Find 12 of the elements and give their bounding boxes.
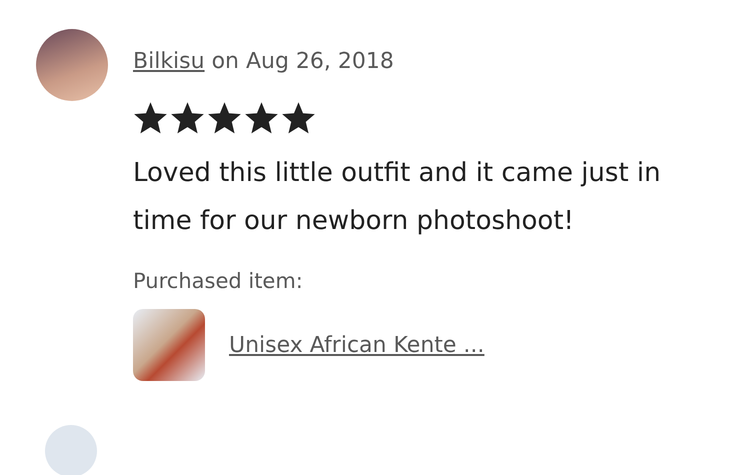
item-title-link[interactable]: Unisex African Kente ... (229, 332, 484, 358)
star-icon (207, 100, 242, 135)
avatar-placeholder (45, 425, 97, 475)
purchased-item-label: Purchased item: (133, 269, 304, 293)
star-icon (133, 100, 168, 135)
review-date: on Aug 26, 2018 (212, 49, 394, 74)
star-icon (170, 100, 205, 135)
star-icon (281, 100, 316, 135)
star-icon (244, 100, 279, 135)
review-text: Loved this little outfit and it came just in time for our newborn photoshoot! (133, 157, 662, 238)
product-photo-placeholder[interactable] (133, 309, 205, 381)
reviewer-name-link[interactable]: Bilkisu (133, 49, 205, 74)
